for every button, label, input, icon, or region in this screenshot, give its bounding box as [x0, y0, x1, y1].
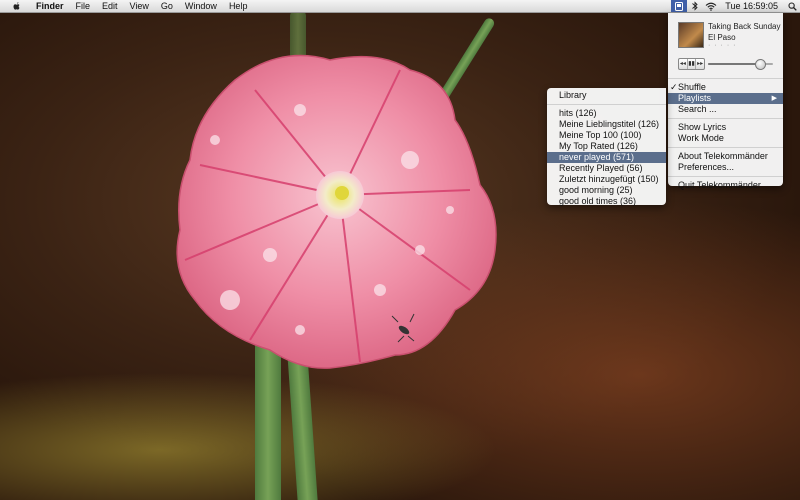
menu-item-label: Playlists [678, 93, 712, 103]
menu-item-label: Work Mode [678, 133, 724, 143]
menu-separator [668, 118, 783, 119]
bluetooth-status-item[interactable] [687, 0, 703, 12]
now-playing-artist: El Paso [708, 33, 736, 42]
checkmark-icon: ✓ [670, 82, 678, 92]
menu-separator [668, 147, 783, 148]
menu-item-playlists[interactable]: Playlists ▶ [668, 93, 783, 104]
playlists-submenu: Library hits (126) Meine Lieblingstitel … [547, 88, 666, 207]
submenu-arrow-icon: ▶ [771, 95, 777, 102]
menu-go[interactable]: Go [155, 0, 179, 12]
wifi-status-item[interactable] [703, 0, 719, 12]
menu-separator [668, 78, 783, 79]
volume-slider-fill [708, 63, 760, 65]
menu-item-show-lyrics[interactable]: Show Lyrics [668, 122, 783, 133]
menu-item-label: Shuffle [678, 82, 706, 92]
menu-edit[interactable]: Edit [96, 0, 124, 12]
playlist-item[interactable]: good old times (36) [547, 196, 666, 207]
previous-track-icon[interactable]: ◂◂ [679, 59, 688, 69]
menu-finder[interactable]: Finder [30, 0, 70, 12]
menu-item-label: Show Lyrics [678, 122, 727, 132]
menu-item-shuffle[interactable]: ✓ Shuffle [668, 82, 783, 93]
playlist-item[interactable]: Meine Top 100 (100) [547, 130, 666, 141]
next-track-icon[interactable]: ▸▸ [696, 59, 704, 69]
menu-item-preferences[interactable]: Preferences... [668, 162, 783, 173]
album-art [678, 22, 704, 48]
telekommander-icon [675, 1, 684, 11]
menu-item-label: Search ... [678, 104, 717, 114]
playlist-library[interactable]: Library [547, 90, 666, 101]
menubar-clock[interactable]: Tue 16:59:05 [719, 1, 784, 11]
transport-controls: ◂◂ ▮▮ ▸▸ [678, 58, 705, 70]
spotlight-status-item[interactable] [784, 0, 800, 12]
menu-separator [547, 104, 666, 105]
playlist-item[interactable]: My Top Rated (126) [547, 141, 666, 152]
menu-view[interactable]: View [124, 0, 155, 12]
menu-separator [668, 176, 783, 177]
menu-item-label: Quit Telekommänder [678, 180, 761, 190]
wifi-icon [705, 2, 717, 11]
apple-logo-icon[interactable] [12, 1, 22, 11]
menu-file[interactable]: File [70, 0, 97, 12]
telekommander-status-item[interactable] [671, 0, 688, 12]
menu-window[interactable]: Window [179, 0, 223, 12]
menu-item-work-mode[interactable]: Work Mode [668, 133, 783, 144]
playlist-item[interactable]: hits (126) [547, 108, 666, 119]
menu-item-label: Preferences... [678, 162, 735, 172]
now-playing-track: Taking Back Sunday [708, 22, 781, 31]
menu-item-search[interactable]: Search ... [668, 104, 783, 115]
volume-slider-knob[interactable] [755, 59, 766, 70]
playlist-item[interactable]: Meine Lieblingstitel (126) [547, 119, 666, 130]
volume-slider[interactable] [708, 59, 773, 70]
menu-help[interactable]: Help [223, 0, 254, 12]
menu-item-label: Library [559, 90, 587, 100]
playlist-item[interactable]: Zuletzt hinzugefügt (150) [547, 174, 666, 185]
menu-item-quit[interactable]: Quit Telekommänder [668, 180, 783, 191]
play-pause-icon[interactable]: ▮▮ [688, 59, 697, 69]
menu-item-about[interactable]: About Telekommänder [668, 151, 783, 162]
telekommander-menu: Taking Back Sunday El Paso · · · · · ◂◂ … [668, 13, 783, 190]
menu-item-label: About Telekommänder [678, 151, 768, 161]
playlist-item[interactable]: good morning (25) [547, 185, 666, 196]
playlist-item[interactable]: Recently Played (56) [547, 163, 666, 174]
status-area: Tue 16:59:05 [671, 0, 800, 12]
search-icon [787, 1, 797, 11]
now-playing-panel: Taking Back Sunday El Paso · · · · · ◂◂ … [668, 13, 783, 75]
rating-dots[interactable]: · · · · · [708, 42, 736, 49]
playlist-item-highlighted[interactable]: never played (571) [547, 152, 666, 163]
menu-bar: Finder File Edit View Go Window Help Tue… [0, 0, 800, 13]
bluetooth-icon [692, 1, 698, 11]
